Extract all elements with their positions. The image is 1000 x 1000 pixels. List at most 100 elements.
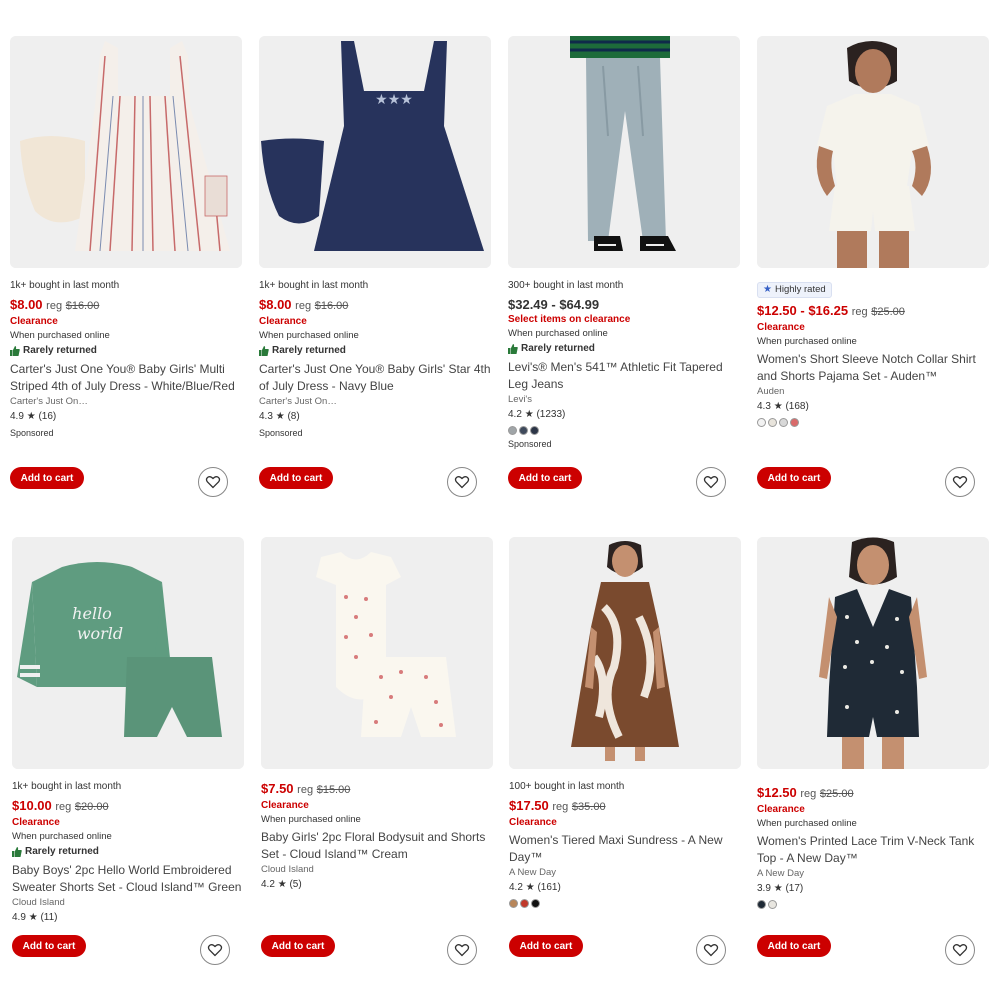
product-brand[interactable]: Carter's Just On… [259, 395, 491, 409]
star-icon: ★ [524, 409, 534, 420]
product-rating[interactable]: 3.9 ★ (17) [757, 881, 989, 897]
color-swatch[interactable] [768, 900, 777, 909]
product-rating[interactable]: 4.2 ★ (5) [261, 877, 493, 893]
online-note: When purchased online [10, 330, 110, 341]
product-info: ★ Highly rated $12.50 - $16.25 reg $25.0… [757, 279, 989, 428]
product-info: 1k+ bought in last month $10.00 reg $20.… [12, 780, 244, 926]
product-image[interactable] [508, 36, 740, 268]
rarely-returned: Rarely returned [10, 343, 242, 359]
sale-price: $17.50 [509, 798, 549, 813]
add-to-cart-button[interactable]: Add to cart [508, 467, 582, 489]
product-image[interactable] [757, 537, 989, 769]
highly-rated-badge: ★ Highly rated [757, 281, 832, 298]
product-image[interactable]: hello world [12, 537, 244, 769]
add-to-cart-button[interactable]: Add to cart [12, 935, 86, 957]
floral-bodysuit-image [261, 537, 493, 769]
favorite-button[interactable] [945, 935, 975, 965]
color-swatch[interactable] [509, 899, 518, 908]
product-info: 1k+ bought in last month $8.00 reg $16.0… [10, 279, 242, 441]
price-row: $17.50 reg $35.00 [509, 797, 741, 816]
product-rating[interactable]: 4.2 ★ (161) [509, 880, 741, 896]
product-image[interactable] [509, 537, 741, 769]
product-title[interactable]: Women's Short Sleeve Notch Collar Shirt … [757, 351, 989, 385]
product-rating[interactable]: 4.9 ★ (16) [10, 409, 242, 425]
product-title[interactable]: Baby Girls' 2pc Floral Bodysuit and Shor… [261, 829, 493, 863]
thumbs-up-icon [12, 847, 22, 857]
product-brand[interactable]: Auden [757, 385, 989, 399]
sale-price: $12.50 - $16.25 [757, 302, 849, 318]
svg-text:★★★: ★★★ [375, 92, 413, 108]
favorite-button[interactable] [447, 467, 477, 497]
price-row: $8.00 reg $16.00 [259, 296, 491, 315]
sponsored-label: Sponsored [259, 428, 303, 438]
color-swatch[interactable] [508, 426, 517, 435]
reg-label: reg [55, 801, 72, 813]
clearance-label: Clearance [259, 316, 307, 327]
product-card[interactable] [508, 36, 740, 268]
product-brand[interactable]: Levi's [508, 393, 740, 407]
color-swatch[interactable] [757, 900, 766, 909]
product-rating[interactable]: 4.3 ★ (8) [259, 409, 491, 425]
color-swatch[interactable] [779, 417, 788, 427]
color-swatch[interactable] [519, 426, 528, 435]
product-brand[interactable]: Cloud Island [12, 896, 244, 910]
star-icon: ★ [763, 284, 772, 295]
sale-price: $10.00 [12, 798, 52, 813]
favorite-button[interactable] [945, 467, 975, 497]
product-image[interactable]: ★★★ [259, 36, 491, 268]
favorite-button[interactable] [696, 467, 726, 497]
color-swatch[interactable] [757, 417, 766, 427]
product-brand[interactable]: A New Day [757, 867, 989, 881]
add-to-cart-button[interactable]: Add to cart [261, 935, 335, 957]
color-swatch[interactable] [520, 899, 529, 908]
color-swatch[interactable] [790, 417, 799, 427]
color-swatch[interactable] [530, 426, 539, 435]
product-image[interactable] [10, 36, 242, 268]
striped-dress-image [10, 36, 242, 268]
product-card[interactable] [757, 36, 989, 268]
product-image[interactable] [261, 537, 493, 769]
add-to-cart-button[interactable]: Add to cart [509, 935, 583, 957]
add-to-cart-button[interactable]: Add to cart [757, 935, 831, 957]
product-brand[interactable]: A New Day [509, 866, 741, 880]
online-note: When purchased online [757, 335, 857, 347]
product-rating[interactable]: 4.3 ★ (168) [757, 399, 989, 415]
favorite-button[interactable] [696, 935, 726, 965]
product-brand[interactable]: Cloud Island [261, 863, 493, 877]
heart-icon [703, 476, 719, 489]
product-title[interactable]: Baby Boys' 2pc Hello World Embroidered S… [12, 862, 244, 896]
product-brand[interactable]: Carter's Just On… [10, 395, 242, 409]
clearance-label: Clearance [261, 800, 309, 811]
favorite-button[interactable] [447, 935, 477, 965]
product-title[interactable]: Levi's® Men's 541™ Athletic Fit Tapered … [508, 359, 740, 393]
heart-icon [703, 944, 719, 957]
product-rating[interactable]: 4.2 ★ (1233) [508, 407, 740, 423]
color-swatch[interactable] [768, 417, 777, 427]
product-title[interactable]: Carter's Just One You® Baby Girls' Star … [259, 361, 491, 395]
heart-icon [952, 944, 968, 957]
sponsored-label: Sponsored [10, 428, 54, 438]
online-note: When purchased online [757, 818, 857, 829]
reg-price: $25.00 [819, 788, 854, 800]
favorite-button[interactable] [200, 935, 230, 965]
online-note: When purchased online [12, 831, 112, 842]
product-image[interactable] [757, 36, 989, 268]
favorite-button[interactable] [198, 467, 228, 497]
bought-count: 1k+ bought in last month [10, 280, 120, 291]
add-to-cart-button[interactable]: Add to cart [259, 467, 333, 489]
product-card[interactable] [10, 36, 242, 268]
rarely-returned: Rarely returned [259, 343, 491, 359]
product-card[interactable] [261, 537, 493, 769]
product-title[interactable]: Women's Printed Lace Trim V-Neck Tank To… [757, 833, 989, 867]
product-card[interactable]: hello world [12, 537, 244, 769]
product-title[interactable]: Carter's Just One You® Baby Girls' Multi… [10, 361, 242, 395]
color-swatch[interactable] [531, 899, 540, 908]
add-to-cart-button[interactable]: Add to cart [10, 467, 84, 489]
svg-text:world: world [77, 624, 123, 643]
product-card[interactable] [509, 537, 741, 769]
product-card[interactable] [757, 537, 989, 769]
product-rating[interactable]: 4.9 ★ (11) [12, 910, 244, 926]
product-title[interactable]: Women's Tiered Maxi Sundress - A New Day… [509, 832, 741, 866]
product-card[interactable]: ★★★ [259, 36, 491, 268]
add-to-cart-button[interactable]: Add to cart [757, 467, 831, 489]
